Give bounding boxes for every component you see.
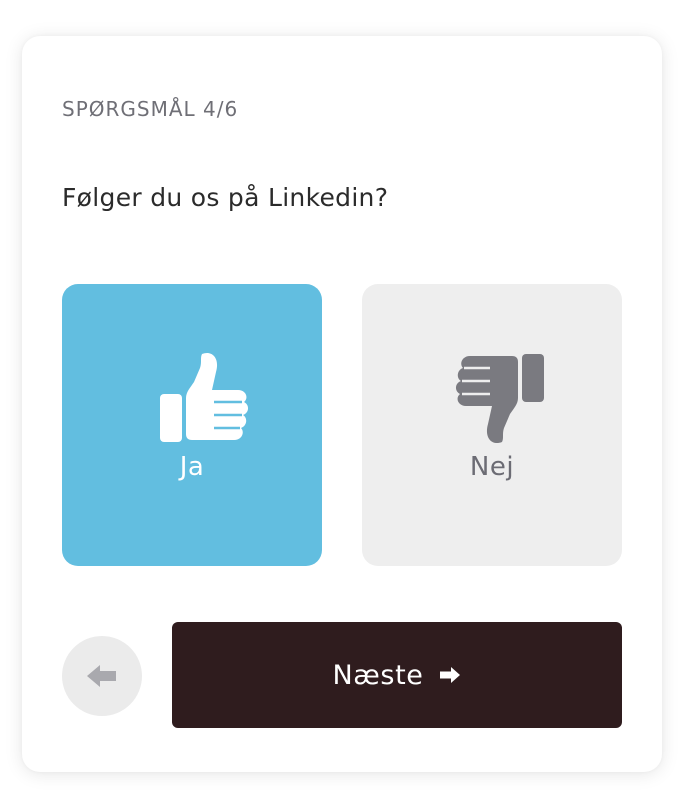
question-text: Følger du os på Linkedin? [62,183,389,212]
next-button[interactable]: Næste [172,622,622,728]
thumbs-up-icon [160,352,249,442]
option-yes-label: Ja [179,452,205,482]
arrow-left-icon [87,665,116,687]
back-button[interactable] [62,636,142,716]
option-yes-button[interactable]: Ja [62,284,322,566]
thumbs-down-icon [455,354,544,444]
arrow-right-icon [440,667,461,683]
quiz-card: SPØRGSMÅL 4/6 Følger du os på Linkedin? … [22,36,662,772]
step-label: SPØRGSMÅL 4/6 [62,97,239,121]
next-button-label: Næste [332,659,424,691]
option-no-label: Nej [469,452,515,482]
option-no-button[interactable]: Nej [362,284,622,566]
